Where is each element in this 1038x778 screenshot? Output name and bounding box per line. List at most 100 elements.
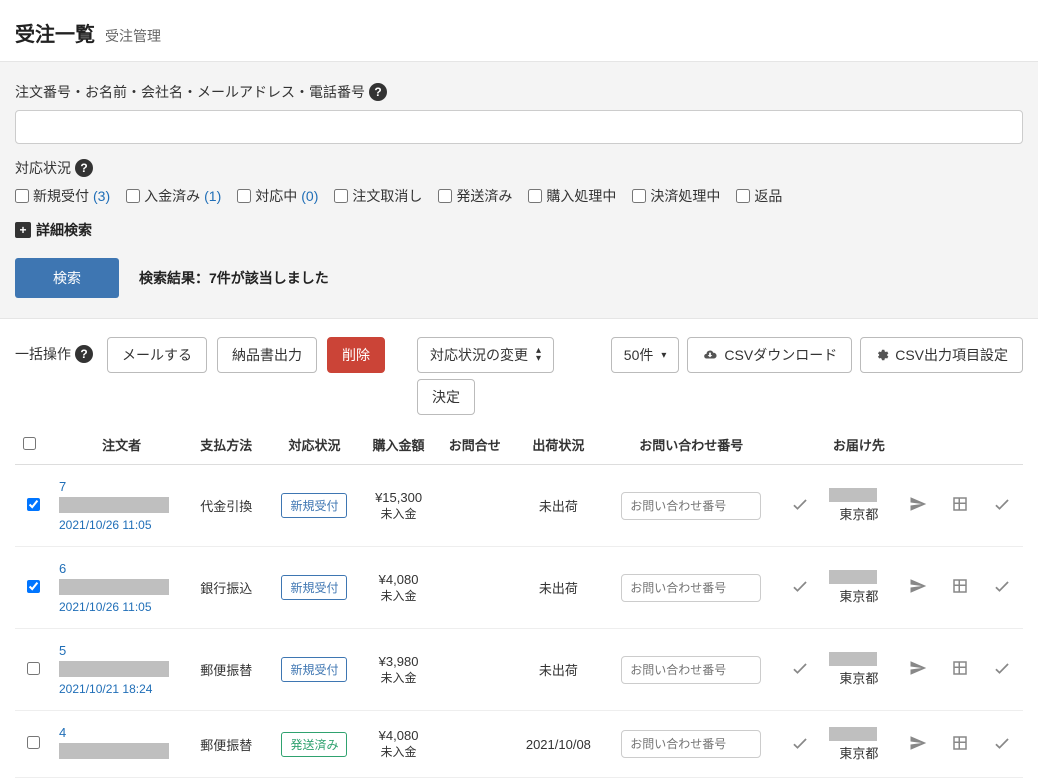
col-orderer: 注文者 [51, 425, 192, 465]
col-amount: 購入金額 [360, 425, 436, 465]
status-badge: 新規受付 [281, 657, 347, 682]
check-icon[interactable] [790, 494, 810, 514]
help-icon[interactable]: ? [75, 345, 93, 363]
status-checkbox[interactable] [334, 189, 348, 203]
page-subtitle: 受注管理 [105, 26, 161, 46]
destination-placeholder [829, 727, 877, 741]
tracking-input[interactable] [621, 492, 761, 520]
payment-cell: 代金引換 [192, 465, 268, 547]
destination-placeholder [829, 488, 877, 502]
order-number-link[interactable]: 7 [59, 479, 184, 494]
send-icon[interactable] [909, 659, 927, 677]
help-icon[interactable]: ? [75, 159, 93, 177]
toolbar-right: 50件 ▾ CSVダウンロード CSV出力項目設定 [611, 337, 1023, 373]
mail-button[interactable]: メールする [107, 337, 207, 373]
table-row: 62021/10/26 11:05銀行振込新規受付¥4,080未入金未出荷東京都 [15, 547, 1023, 629]
orders-table: 注文者 支払方法 対応状況 購入金額 お問合せ 出荷状況 お問い合わせ番号 お届… [15, 425, 1023, 778]
search-button[interactable]: 検索 [15, 258, 119, 298]
tracking-input[interactable] [621, 730, 761, 758]
send-icon[interactable] [909, 495, 927, 513]
grid-icon[interactable] [951, 495, 969, 513]
check-icon[interactable] [790, 576, 810, 596]
col-status: 対応状況 [269, 425, 361, 465]
amount-cell: ¥4,080未入金 [360, 547, 436, 629]
check-icon[interactable] [790, 658, 810, 678]
status-checkbox[interactable] [736, 189, 750, 203]
per-page-select[interactable]: 50件 ▾ [611, 337, 680, 373]
status-cell: 新規受付 [269, 629, 361, 711]
status-badge: 発送済み [281, 732, 347, 757]
status-checkbox[interactable] [528, 189, 542, 203]
grid-icon[interactable] [951, 734, 969, 752]
orderer-name-placeholder [59, 661, 169, 677]
status-badge: 新規受付 [281, 575, 347, 600]
decide-button[interactable]: 決定 [417, 379, 475, 415]
orderer-cell: 7 2021/10/26 11:05 [51, 465, 192, 547]
send-icon[interactable] [909, 577, 927, 595]
table-header-row: 注文者 支払方法 対応状況 購入金額 お問合せ 出荷状況 お問い合わせ番号 お届… [15, 425, 1023, 465]
status-checkbox-item[interactable]: 入金済み(1) [126, 186, 221, 206]
orderer-name-placeholder [59, 579, 169, 595]
table-row: 72021/10/26 11:05代金引換新規受付¥15,300未入金未出荷東京… [15, 465, 1023, 547]
col-ship-status: 出荷状況 [513, 425, 604, 465]
status-checkbox[interactable] [15, 189, 29, 203]
csv-download-button[interactable]: CSVダウンロード [687, 337, 852, 373]
grid-icon[interactable] [951, 659, 969, 677]
select-all-checkbox[interactable] [23, 437, 36, 450]
page-header: 受注一覧 受注管理 [0, 0, 1038, 62]
status-checkbox[interactable] [126, 189, 140, 203]
confirm-icon[interactable] [992, 494, 1012, 514]
bulk-toolbar: 一括操作 ? メールする 納品書出力 削除 対応状況の変更 ▴▾ 決定 50件 … [0, 319, 1038, 425]
row-checkbox[interactable] [27, 498, 40, 511]
sort-icon: ▴▾ [536, 347, 541, 363]
grid-icon[interactable] [951, 577, 969, 595]
status-checkbox[interactable] [237, 189, 251, 203]
row-checkbox[interactable] [27, 662, 40, 675]
inquiry-cell [437, 465, 513, 547]
status-checkbox[interactable] [438, 189, 452, 203]
col-destination: お届け先 [821, 425, 897, 465]
status-checkbox-group: 新規受付(3) 入金済み(1) 対応中(0) 注文取消し発送済み購入処理中決済処理中返… [15, 186, 1023, 206]
help-icon[interactable]: ? [369, 83, 387, 101]
order-number-link[interactable]: 4 [59, 725, 184, 740]
order-date: 2021/10/26 11:05 [59, 600, 152, 614]
status-checkbox-item[interactable]: 決済処理中 [632, 186, 720, 206]
orderer-name-placeholder [59, 497, 169, 513]
send-icon[interactable] [909, 734, 927, 752]
amount-cell: ¥15,300未入金 [360, 465, 436, 547]
status-change-group: 対応状況の変更 ▴▾ 決定 [417, 337, 554, 415]
status-checkbox[interactable] [632, 189, 646, 203]
slip-button[interactable]: 納品書出力 [217, 337, 317, 373]
tracking-input[interactable] [621, 656, 761, 684]
order-number-link[interactable]: 5 [59, 643, 184, 658]
plus-icon: + [15, 222, 31, 238]
status-checkbox-item[interactable]: 対応中(0) [237, 186, 318, 206]
status-checkbox-item[interactable]: 発送済み [438, 186, 512, 206]
row-checkbox[interactable] [27, 580, 40, 593]
status-checkbox-item[interactable]: 返品 [736, 186, 782, 206]
ship-status-cell: 未出荷 [513, 465, 604, 547]
keyword-input[interactable] [15, 110, 1023, 144]
table-wrapper: 注文者 支払方法 対応状況 購入金額 お問合せ 出荷状況 お問い合わせ番号 お届… [0, 425, 1038, 778]
destination-cell: 東京都 [821, 465, 897, 547]
row-checkbox[interactable] [27, 736, 40, 749]
status-change-select[interactable]: 対応状況の変更 ▴▾ [417, 337, 554, 373]
csv-settings-button[interactable]: CSV出力項目設定 [860, 337, 1023, 373]
status-checkbox-item[interactable]: 注文取消し [334, 186, 422, 206]
confirm-icon[interactable] [992, 658, 1012, 678]
status-checkbox-item[interactable]: 購入処理中 [528, 186, 616, 206]
status-checkbox-item[interactable]: 新規受付(3) [15, 186, 110, 206]
confirm-icon[interactable] [992, 733, 1012, 753]
delete-button[interactable]: 削除 [327, 337, 385, 373]
gear-icon [875, 348, 889, 362]
order-number-link[interactable]: 6 [59, 561, 184, 576]
payment-cell: 銀行振込 [192, 547, 268, 629]
destination-placeholder [829, 570, 877, 584]
confirm-icon[interactable] [992, 576, 1012, 596]
advanced-search-toggle[interactable]: + 詳細検索 [15, 220, 1023, 240]
check-icon[interactable] [790, 733, 810, 753]
order-date: 2021/10/26 11:05 [59, 518, 152, 532]
tracking-input[interactable] [621, 574, 761, 602]
ship-status-cell: 未出荷 [513, 629, 604, 711]
payment-cell: 郵便振替 [192, 629, 268, 711]
